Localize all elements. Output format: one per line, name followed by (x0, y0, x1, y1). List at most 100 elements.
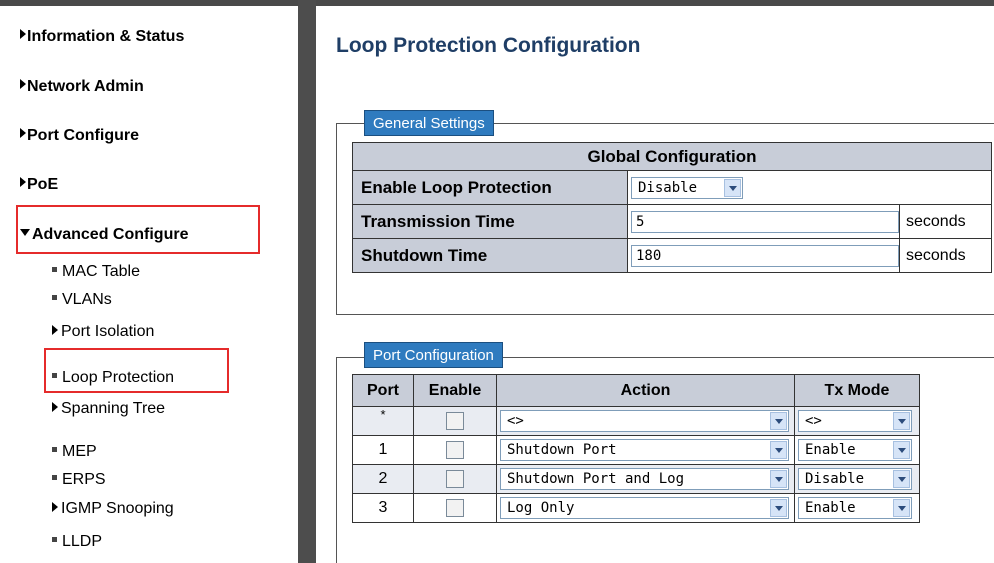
frame-divider (298, 0, 316, 563)
submenu-item-port-isolation[interactable]: Port Isolation (52, 322, 154, 342)
bullet-icon (52, 537, 57, 542)
main-content: Loop Protection Configuration General Se… (316, 6, 994, 563)
tx-mode-cell: Enable (794, 493, 920, 523)
submenu-item-erps[interactable]: ERPS (52, 470, 106, 490)
bullet-icon (52, 267, 57, 272)
enable-loop-protection-select[interactable]: Disable (631, 176, 743, 199)
enable-checkbox[interactable] (446, 469, 464, 488)
caret-right-icon (20, 177, 26, 187)
sidebar-item-port-configure[interactable]: Port Configure (20, 123, 139, 149)
submenu-item-label: LLDP (62, 533, 103, 550)
col-header-tx-mode: Tx Mode (794, 374, 920, 407)
shutdown-time-unit: seconds (906, 246, 966, 264)
submenu-item-label: Port Isolation (61, 323, 155, 340)
sidebar-item-label: PoE (27, 176, 59, 193)
action-select[interactable]: Log Only (500, 497, 789, 519)
port-configuration-table: Port Enable Action Tx Mode * <> <> 1 Shu… (352, 374, 920, 523)
transmission-time-input[interactable]: 5 (631, 210, 899, 233)
highlight-box-advanced-configure (16, 205, 260, 254)
caret-right-icon (52, 402, 58, 412)
tx-mode-cell: Disable (794, 464, 920, 494)
submenu-item-vlans[interactable]: VLANs (52, 290, 112, 310)
page-title: Loop Protection Configuration (336, 34, 641, 57)
port-cell: * (352, 406, 414, 436)
chevron-down-icon (770, 499, 787, 517)
select-value: Enable (805, 500, 856, 516)
enable-loop-protection-label: Enable Loop Protection (352, 170, 628, 205)
action-select[interactable]: Shutdown Port (500, 439, 789, 461)
caret-right-icon (20, 29, 26, 39)
enable-checkbox[interactable] (446, 498, 464, 517)
chevron-down-icon (770, 412, 787, 430)
submenu-item-label: MAC Table (62, 263, 140, 280)
action-cell: Shutdown Port and Log (496, 464, 795, 494)
action-select[interactable]: Shutdown Port and Log (500, 468, 789, 490)
submenu-item-label: ERPS (62, 471, 106, 488)
submenu-item-igmp-snooping[interactable]: IGMP Snooping (52, 499, 174, 519)
transmission-time-label: Transmission Time (352, 204, 628, 239)
table-row: * <> <> (352, 406, 920, 436)
action-cell: Shutdown Port (496, 435, 795, 465)
submenu-item-spanning-tree[interactable]: Spanning Tree (52, 399, 165, 419)
caret-right-icon (20, 128, 26, 138)
chevron-down-icon (893, 470, 910, 488)
action-select[interactable]: <> (500, 410, 789, 432)
transmission-time-unit: seconds (906, 212, 966, 230)
bullet-icon (52, 447, 57, 452)
transmission-time-cell: 5 (627, 204, 900, 239)
sidebar-item-network-admin[interactable]: Network Admin (20, 74, 144, 100)
submenu-item-label: Spanning Tree (61, 400, 166, 417)
tx-mode-cell: Enable (794, 435, 920, 465)
select-value: <> (507, 413, 524, 429)
shutdown-time-input[interactable]: 180 (631, 244, 899, 267)
action-cell: <> (496, 406, 795, 436)
select-value: Disable (638, 179, 698, 196)
select-value: Enable (805, 442, 856, 458)
tx-mode-select[interactable]: Enable (798, 497, 912, 519)
tx-mode-select[interactable]: <> (798, 410, 912, 432)
col-header-enable: Enable (413, 374, 497, 407)
caret-right-icon (52, 325, 58, 335)
select-value: Shutdown Port (507, 442, 617, 458)
chevron-down-icon (724, 178, 741, 197)
transmission-time-unit-cell: seconds (899, 204, 992, 239)
chevron-down-icon (893, 412, 910, 430)
sidebar-item-label: Port Configure (27, 127, 139, 144)
highlight-box-loop-protection (44, 348, 229, 393)
enable-checkbox[interactable] (446, 440, 464, 459)
submenu-item-label: IGMP Snooping (61, 500, 174, 517)
enable-cell (413, 406, 497, 436)
bullet-icon (52, 475, 57, 480)
enable-cell (413, 464, 497, 494)
tx-mode-select[interactable]: Enable (798, 439, 912, 461)
tx-mode-cell: <> (794, 406, 920, 436)
port-cell: 1 (352, 435, 414, 465)
chevron-down-icon (893, 499, 910, 517)
col-header-action: Action (496, 374, 795, 407)
sidebar-item-poe[interactable]: PoE (20, 172, 58, 198)
sidebar-item-information-status[interactable]: Information & Status (20, 24, 184, 50)
enable-checkbox[interactable] (446, 411, 464, 430)
submenu-item-mep[interactable]: MEP (52, 442, 97, 462)
select-value: Shutdown Port and Log (507, 471, 685, 487)
caret-right-icon (20, 79, 26, 89)
sidebar-item-label: Network Admin (27, 78, 144, 95)
submenu-item-label: MEP (62, 443, 97, 460)
submenu-item-label: VLANs (62, 291, 112, 308)
port-cell: 2 (352, 464, 414, 494)
port-cell: 3 (352, 493, 414, 523)
chevron-down-icon (770, 470, 787, 488)
enable-loop-protection-cell: Disable (627, 170, 992, 205)
submenu-item-lldp[interactable]: LLDP (52, 532, 102, 552)
col-header-port: Port (352, 374, 414, 407)
submenu-item-mac-table[interactable]: MAC Table (52, 262, 140, 282)
table-row: 2 Shutdown Port and Log Disable (352, 464, 920, 494)
tx-mode-select[interactable]: Disable (798, 468, 912, 490)
table-row: 1 Shutdown Port Enable (352, 435, 920, 465)
table-row: 3 Log Only Enable (352, 493, 920, 523)
port-configuration-legend: Port Configuration (364, 342, 503, 368)
sidebar: Information & Status Network Admin Port … (0, 6, 298, 563)
select-value: <> (805, 413, 822, 429)
global-configuration-table: Global Configuration Enable Loop Protect… (352, 142, 992, 273)
shutdown-time-label: Shutdown Time (352, 238, 628, 273)
